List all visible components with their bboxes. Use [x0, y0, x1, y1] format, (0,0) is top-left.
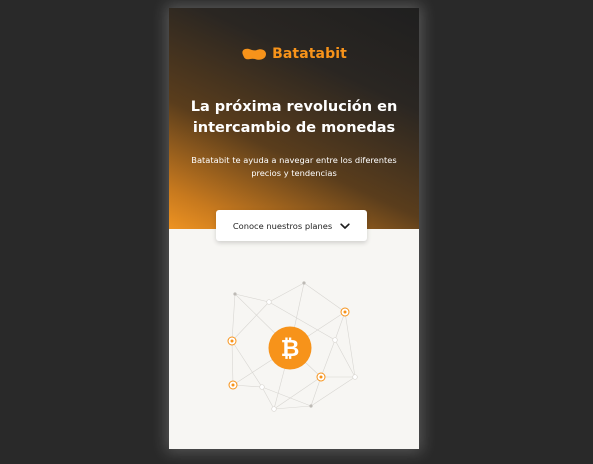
hero-subtitle-line: Batatabit te ayuda a navegar entre los d… [191, 155, 397, 165]
plans-button[interactable]: Conoce nuestros planes [216, 210, 367, 241]
crypto-network-illustration: ₿ [227, 281, 358, 412]
chevron-down-icon [340, 218, 350, 233]
network-node [233, 292, 237, 296]
network-node [302, 281, 306, 285]
hero-title: La próxima revolución en intercambio de … [179, 97, 409, 139]
plans-button-label: Conoce nuestros planes [232, 220, 333, 231]
hero-title-line: intercambio de monedas [192, 120, 396, 136]
network-node [332, 337, 338, 343]
hero-subtitle: Batatabit te ayuda a navegar entre los d… [183, 154, 405, 180]
network-node [352, 374, 358, 380]
hero-subtitle-line: precios y tendencias [251, 168, 337, 178]
hero-section: Batatabit La próxima revolución en inter… [169, 8, 419, 229]
brand-name: Batatabit [272, 46, 347, 62]
network-node [271, 406, 277, 412]
bitcoin-symbol: ₿ [281, 336, 300, 362]
hero-title-line: La próxima revolución en [190, 99, 398, 115]
network-node [266, 299, 272, 305]
mobile-viewport: Batatabit La próxima revolución en inter… [169, 8, 419, 449]
brand-logo[interactable]: Batatabit [169, 46, 419, 62]
batata-logo-icon [241, 47, 267, 61]
network-node [259, 384, 265, 390]
network-node [309, 404, 313, 408]
bitcoin-icon: ₿ [268, 326, 312, 370]
